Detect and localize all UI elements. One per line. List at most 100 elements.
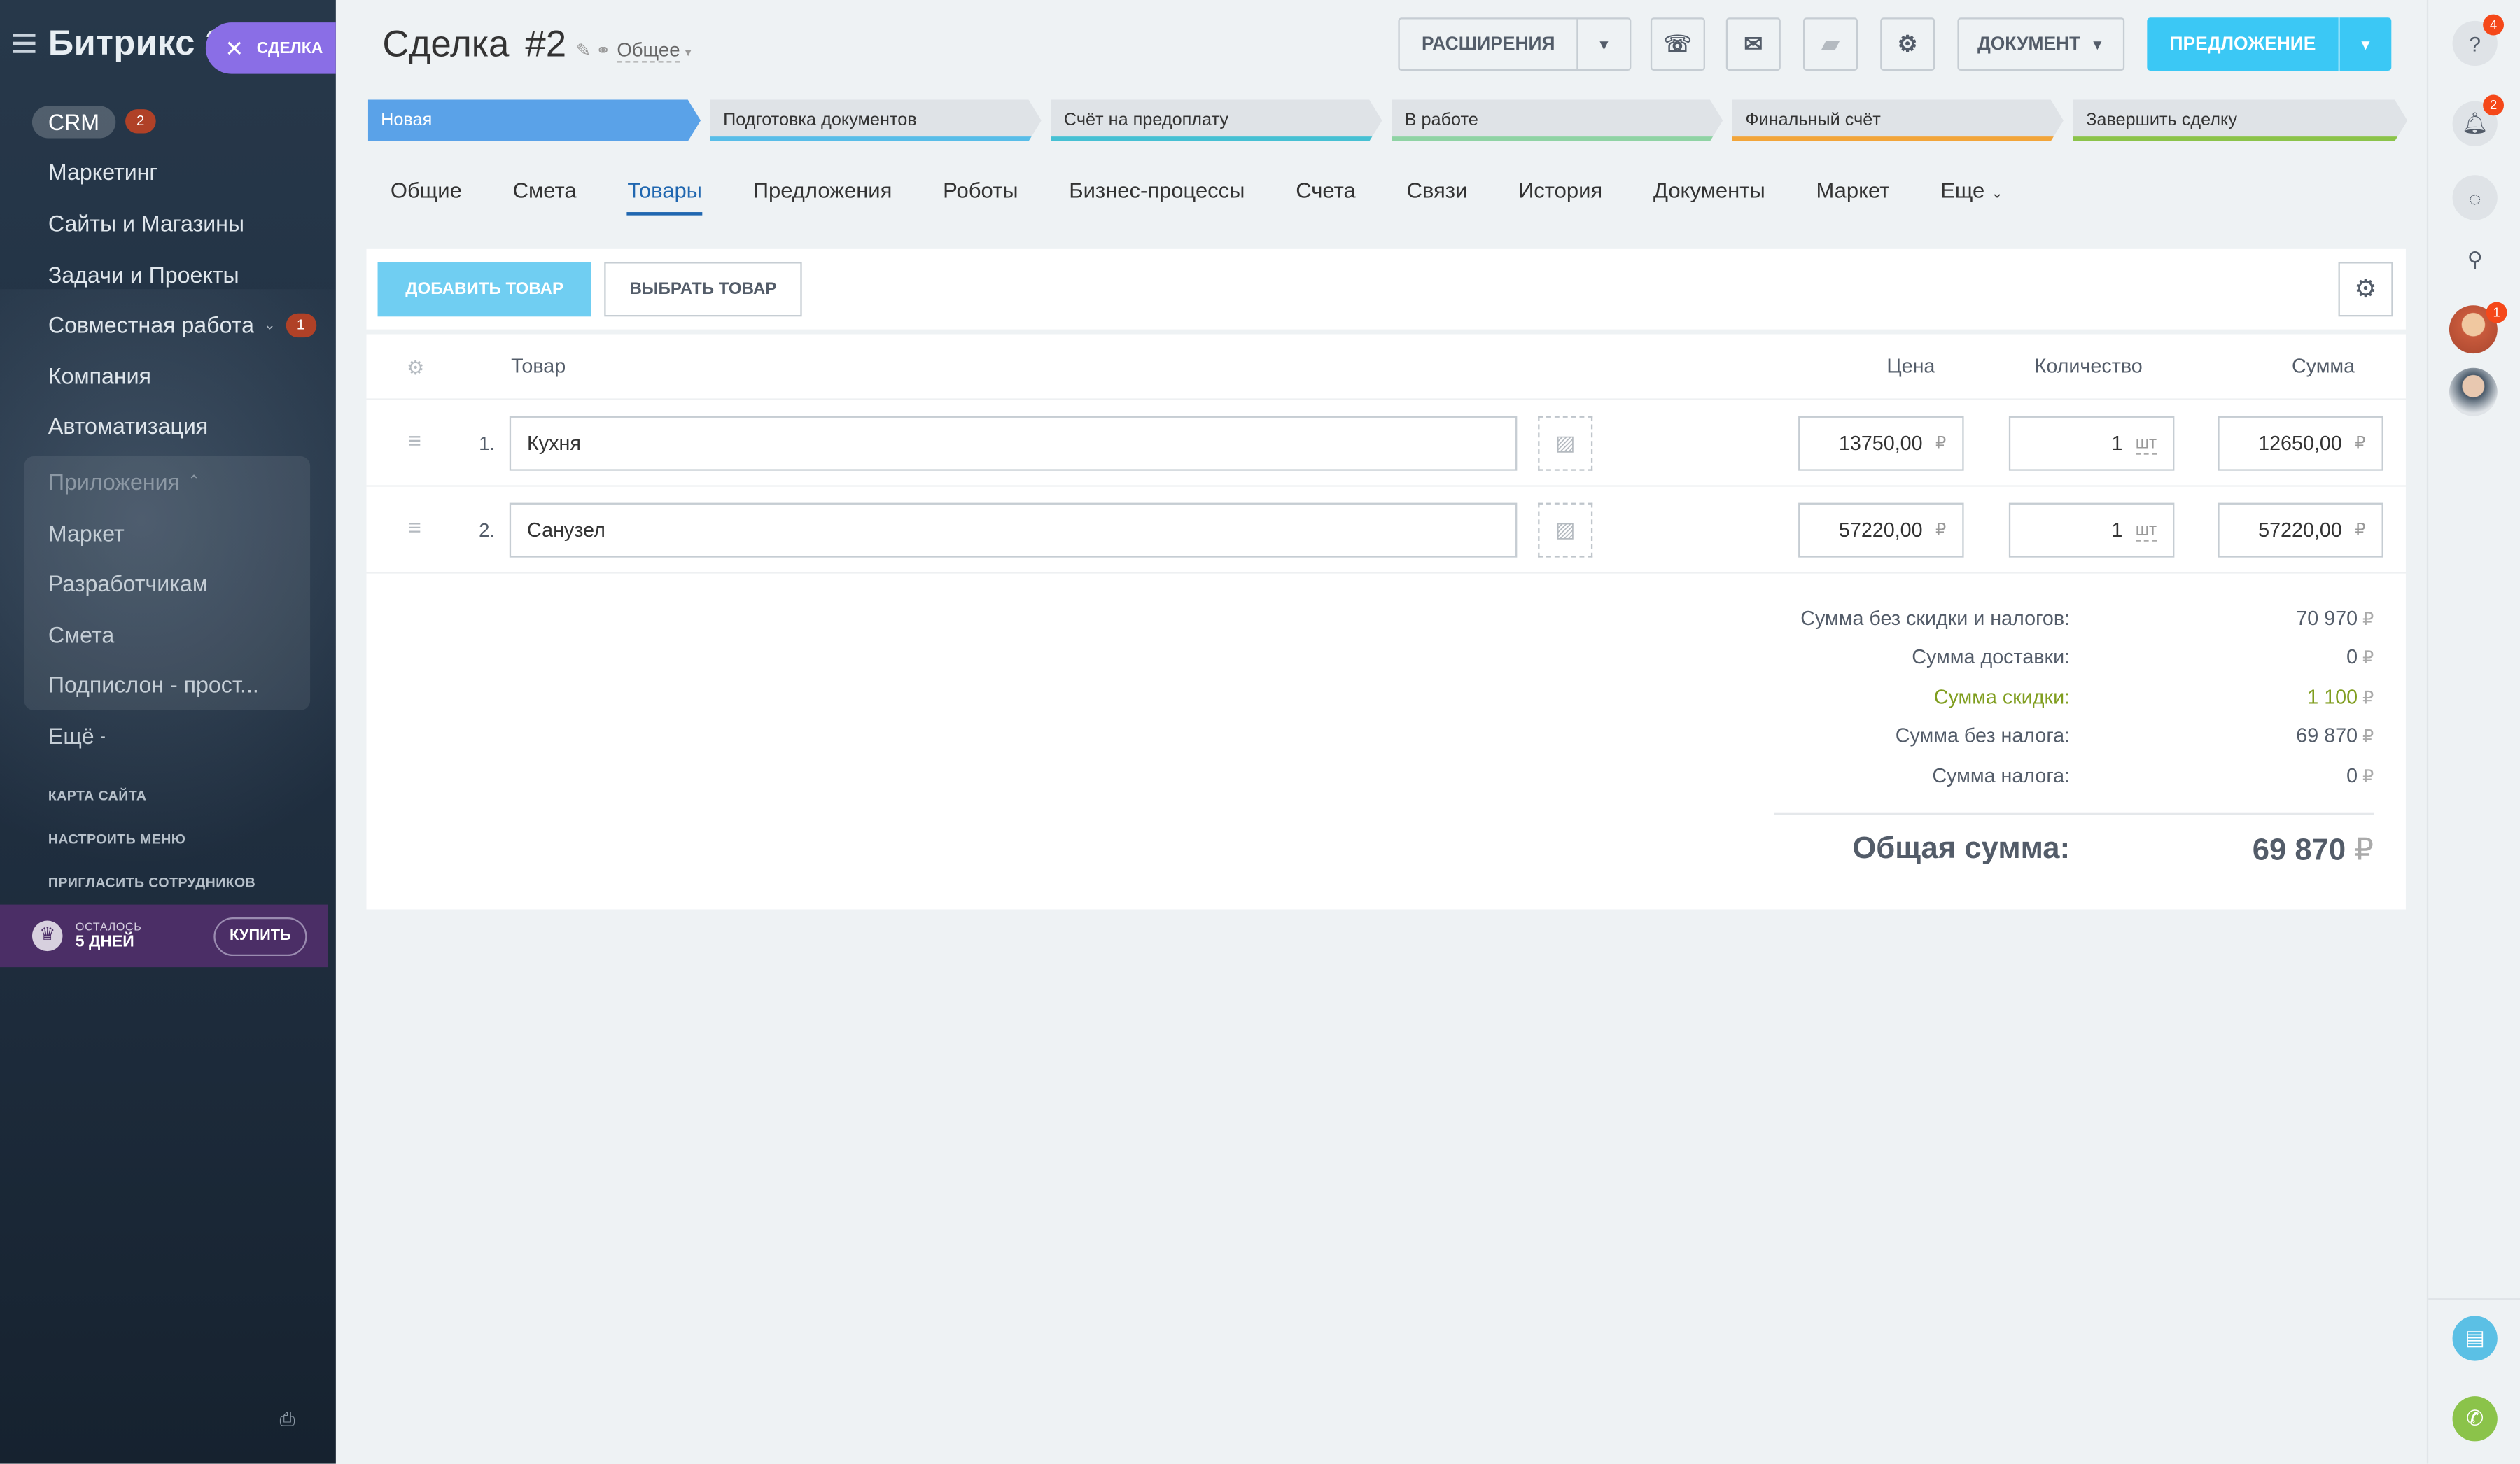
image-placeholder-icon[interactable]: ▨ [1538,416,1593,471]
image-placeholder-icon[interactable]: ▨ [1538,502,1593,558]
document-button[interactable]: ДОКУМЕНТ ▼ [1957,17,2125,71]
menu-item-marketing[interactable]: Маркетинг [0,147,336,198]
tab-more[interactable]: Еще ⌄ [1940,178,2003,211]
menu-item-collaboration[interactable]: Совместная работа ⌄ 1 [0,300,336,351]
sitemap-link[interactable]: КАРТА САЙТА [48,784,255,827]
link-icon[interactable]: ⚭ [596,40,610,62]
menu-item-company[interactable]: Компания [0,350,336,401]
drag-handle-icon[interactable]: ≡ [408,428,421,453]
tax-label: Сумма налога: [1932,764,2071,787]
tab-proposals[interactable]: Предложения [753,178,892,211]
proposal-button[interactable]: ПРЕДЛОЖЕНИЕ ▼ [2147,17,2392,71]
trial-days: 5 ДНЕЙ [75,932,134,951]
buy-button[interactable]: КУПИТЬ [214,917,307,957]
add-product-button[interactable]: ДОБАВИТЬ ТОВАР [377,262,592,317]
menu-item-smeta[interactable]: Смета [24,609,310,660]
quantity-input[interactable]: 1 шт [2008,502,2175,558]
currency-symbol: ₽ [2362,610,2374,630]
call-button[interactable]: ☏ [1650,17,1705,71]
without-tax-label: Сумма без налога: [1895,724,2071,747]
category-selector[interactable]: Общее [617,38,680,63]
configure-menu-link[interactable]: НАСТРОИТЬ МЕНЮ [48,827,255,871]
settings-button[interactable]: ⚙ [1880,17,1935,71]
price-input[interactable]: 57220,00 ₽ [1798,502,1964,558]
tab-estimate[interactable]: Смета [513,178,577,211]
chevron-down-icon[interactable]: ▼ [2338,17,2392,71]
trial-line1: ОСТАЛОСЬ [75,921,142,933]
chat-list-button[interactable]: ◌ [2452,175,2498,220]
tab-history[interactable]: История [1518,178,1602,211]
menu-item-apps[interactable]: Приложения ⌃ [24,456,310,507]
tab-invoices[interactable]: Счета [1296,178,1355,211]
table-settings-button[interactable]: ⚙ [2338,262,2393,317]
stage-label: Финальный счёт [1745,111,1881,130]
deal-title: Сделка [382,22,510,64]
avatar[interactable] [2449,367,2498,416]
document-label: ДОКУМЕНТ [1977,34,2081,54]
delivery-amount: 0 [2346,645,2358,669]
close-icon: ✕ [225,34,244,61]
email-button[interactable]: ✉ [1726,17,1781,71]
currency-symbol: ₽ [2362,768,2374,787]
product-name-input[interactable]: Санузел [509,502,1518,558]
deal-number: #2 [525,22,567,64]
unit-selector[interactable]: шт [2135,433,2157,454]
tab-products[interactable]: Товары [627,178,704,216]
without-tax-value: 69 870 ₽ [2296,724,2374,747]
stage-in-progress[interactable]: В работе [1392,99,1723,141]
menu-item-tasks[interactable]: Задачи и Проекты [0,248,336,300]
tab-business-processes[interactable]: Бизнес-процессы [1069,178,1245,211]
quantity-value: 1 [2111,519,2123,542]
menu-item-crm[interactable]: CRM 2 [0,97,336,148]
stage-label: Новая [381,111,433,130]
menu-item-automation[interactable]: Автоматизация [0,401,336,452]
total-amount: 70 970 [2296,607,2358,630]
column-header-product: Товар [511,355,566,378]
extensions-button[interactable]: РАСШИРЕНИЯ ▼ [1398,17,1632,71]
stage-color-bar [1732,136,2064,141]
search-button[interactable]: ⚲ [2453,238,2498,283]
documents-button[interactable]: ▤ [2452,1316,2498,1361]
stage-final-invoice[interactable]: Финальный счёт [1732,99,2064,141]
price-input[interactable]: 13750,00 ₽ [1798,416,1964,471]
menu-burger-icon[interactable] [13,34,36,53]
stage-bar: Новая Подготовка документов Счёт на пред… [368,99,2407,141]
edit-icon[interactable]: ✎ [576,40,591,62]
call-start-button[interactable]: ✆ [2452,1396,2498,1442]
avatar[interactable]: 1 [2449,302,2507,354]
drag-handle-icon[interactable]: ≡ [408,514,421,540]
stage-close-deal[interactable]: Завершить сделку [2073,99,2408,141]
close-deal-slider-button[interactable]: ✕ СДЕЛКА [205,22,336,74]
columns-settings-icon[interactable]: ⚙ [407,355,425,379]
menu-item-market[interactable]: Маркет [24,507,310,558]
menu-item-podpislon[interactable]: Подпислон - прост... [24,660,310,711]
help-button[interactable]: ? 4 [2452,14,2505,66]
product-name-input[interactable]: Кухня [509,416,1518,471]
chevron-down-icon[interactable]: ▼ [1576,19,1630,69]
row-number: 1. [479,432,496,455]
chat-button[interactable]: ▰ [1803,17,1858,71]
tab-general[interactable]: Общие [391,178,462,211]
tab-market[interactable]: Маркет [1816,178,1890,211]
unit-selector[interactable]: шт [2135,520,2157,541]
stage-prepay-invoice[interactable]: Счёт на предоплату [1051,99,1382,141]
tab-documents[interactable]: Документы [1653,178,1765,211]
tab-robots[interactable]: Роботы [943,178,1018,211]
quantity-input[interactable]: 1 шт [2008,416,2175,471]
currency-symbol: ₽ [1935,433,1947,453]
stage-new[interactable]: Новая [368,99,701,141]
notifications-button[interactable]: 🔔︎ 2 [2452,94,2505,146]
stage-prep-docs[interactable]: Подготовка документов [710,99,1042,141]
menu-item-more[interactable]: Ещё - [0,710,336,761]
chevron-down-icon: - [100,727,106,744]
counter-badge: 2 [125,109,156,134]
select-product-button[interactable]: ВЫБРАТЬ ТОВАР [604,262,802,317]
sum-input[interactable]: 57220,00 ₽ [2218,502,2384,558]
without-tax-amount: 69 870 [2296,724,2358,747]
menu-item-sites[interactable]: Сайты и Магазины [0,198,336,249]
tab-links[interactable]: Связи [1406,178,1467,211]
menu-item-developers[interactable]: Разработчикам [24,558,310,609]
printer-icon[interactable]: ⎙ [279,1407,302,1430]
tax-amount: 0 [2346,764,2358,787]
sum-input[interactable]: 12650,00 ₽ [2218,416,2384,471]
